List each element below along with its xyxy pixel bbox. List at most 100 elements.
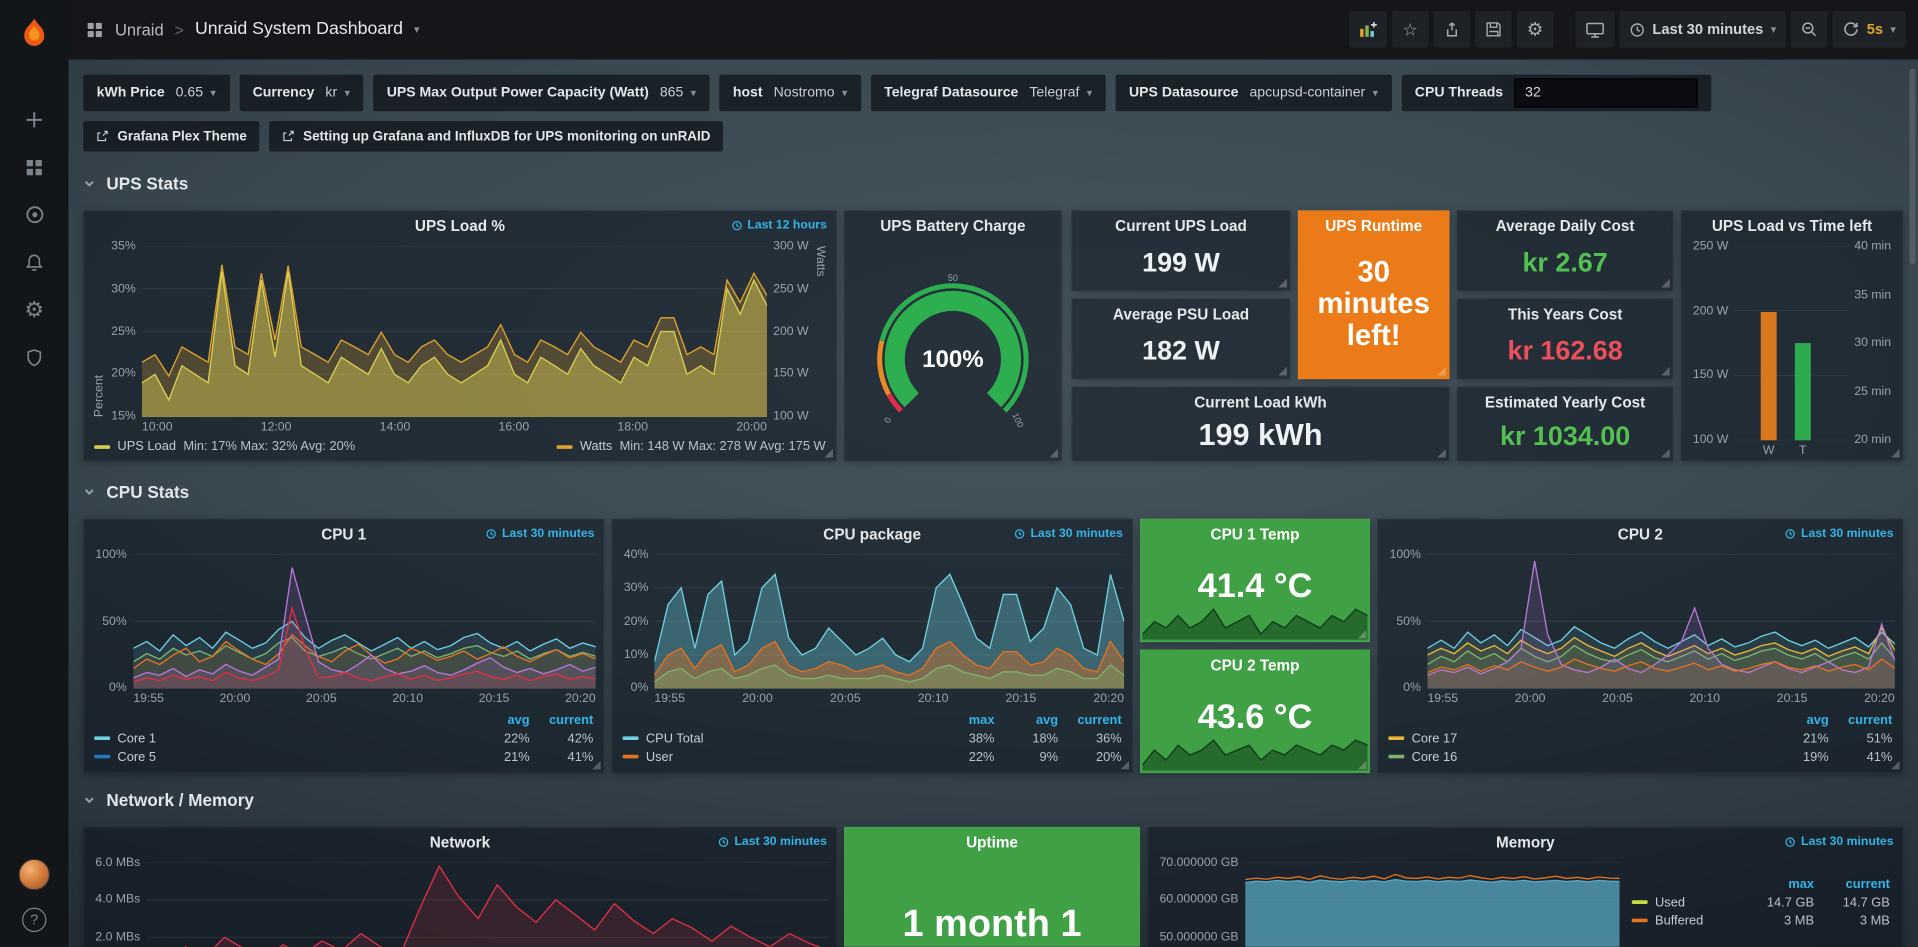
panel-cpu-1[interactable]: CPU 1 Last 30 minutes 100%50%0%19:5520:0… <box>83 519 604 773</box>
panel-ups-battery-charge[interactable]: UPS Battery Charge 050100100% <box>844 210 1062 461</box>
panel-title[interactable]: Average PSU Load <box>1113 306 1249 323</box>
legend-color-swatch[interactable] <box>1388 736 1404 740</box>
link-ups-monitoring-guide[interactable]: Setting up Grafana and InfluxDB for UPS … <box>269 121 723 152</box>
add-panel-button[interactable] <box>1349 11 1387 48</box>
chart-area[interactable]: 100%50%0% <box>1386 549 1895 688</box>
breadcrumb-app[interactable]: Unraid <box>115 20 164 38</box>
panel-title[interactable]: CPU 1 <box>321 526 366 543</box>
cpu1-chart[interactable]: 100%50%0%19:5520:0020:0520:1020:1520:20 <box>84 549 603 708</box>
panel-current-ups-load[interactable]: Current UPS Load 199 W <box>1072 210 1291 291</box>
share-button[interactable] <box>1433 11 1470 48</box>
legend-column-header[interactable]: current <box>530 713 594 728</box>
apps-grid-icon[interactable] <box>86 20 104 38</box>
chart-area[interactable]: 40%30%20%10%0% <box>620 549 1124 688</box>
panel-title[interactable]: This Years Cost <box>1508 306 1622 323</box>
legend-item[interactable]: Core 1721%51% <box>1388 729 1892 747</box>
cpu2-chart[interactable]: 100%50%0%19:5520:0020:0520:1020:1520:20 <box>1379 549 1903 708</box>
legend-item[interactable]: Used14.7 GB14.7 GB <box>1632 893 1890 911</box>
panel-title[interactable]: Memory <box>1496 834 1555 851</box>
legend-item[interactable]: WattsMin: 148 W Max: 278 W Avg: 175 W <box>557 439 826 454</box>
sidebar-item-explore[interactable] <box>0 191 68 239</box>
time-override-badge[interactable]: Last 12 hours <box>731 219 826 232</box>
legend-color-swatch[interactable] <box>623 736 639 740</box>
panel-title[interactable]: UPS Battery Charge <box>880 218 1025 235</box>
chart-area[interactable]: 6.0 MBs4.0 MBs2.0 MBs0 MBs <box>92 857 828 946</box>
help-button[interactable]: ? <box>22 908 46 932</box>
panel-memory[interactable]: Memory Last 30 minutes 70.000000 GB60.00… <box>1147 827 1903 947</box>
panel-cpu-2[interactable]: CPU 2 Last 30 minutes 100%50%0%19:5520:0… <box>1377 519 1903 773</box>
legend-column-header[interactable]: current <box>1829 713 1893 728</box>
row-header-cpu-stats[interactable]: CPU Stats <box>83 482 189 502</box>
sidebar-item-configuration[interactable]: ⚙ <box>0 286 68 334</box>
zoom-out-button[interactable] <box>1791 11 1828 48</box>
save-button[interactable] <box>1475 11 1512 48</box>
panel-network[interactable]: Network Last 30 minutes 6.0 MBs4.0 MBs2.… <box>83 827 836 947</box>
legend-column-header[interactable]: avg <box>994 713 1058 728</box>
cycle-view-button[interactable] <box>1575 11 1614 48</box>
legend-color-swatch[interactable] <box>1632 900 1648 904</box>
legend-color-swatch[interactable] <box>1632 919 1648 923</box>
link-grafana-plex-theme[interactable]: Grafana Plex Theme <box>83 121 259 152</box>
legend-color-swatch[interactable] <box>557 445 573 449</box>
chart-area[interactable]: 100%50%0% <box>92 549 596 688</box>
panel-title[interactable]: CPU 1 Temp <box>1211 526 1300 543</box>
legend-color-swatch[interactable] <box>94 736 110 740</box>
variable-value-dropdown[interactable]: 0.65▾ <box>176 86 216 101</box>
plot-area[interactable] <box>1245 862 1620 946</box>
legend-column-header[interactable]: max <box>1738 876 1814 891</box>
scrollbar-thumb[interactable] <box>1909 68 1915 264</box>
legend-item[interactable]: Core 1619%41% <box>1388 747 1892 765</box>
sidebar-item-create[interactable] <box>0 95 68 143</box>
panel-cpu-1-temp[interactable]: CPU 1 Temp 41.4 °C <box>1140 519 1370 643</box>
row-header-network-memory[interactable]: Network / Memory <box>83 790 254 810</box>
legend-item[interactable]: UPS LoadMin: 17% Max: 32% Avg: 20% <box>94 439 355 454</box>
panel-title[interactable]: Estimated Yearly Cost <box>1485 394 1645 411</box>
panel-title[interactable]: CPU 2 <box>1618 526 1663 543</box>
legend-column-header[interactable]: avg <box>466 713 530 728</box>
sidebar-item-dashboards[interactable] <box>0 143 68 191</box>
panel-title[interactable]: UPS Load vs Time left <box>1712 218 1872 235</box>
sidebar-item-server-admin[interactable] <box>0 334 68 382</box>
dashboard-settings-button[interactable]: ⚙ <box>1517 11 1554 48</box>
grafana-logo[interactable] <box>13 12 55 54</box>
panel-title[interactable]: Current UPS Load <box>1115 218 1247 235</box>
time-picker[interactable]: Last 30 minutes ▾ <box>1619 11 1786 48</box>
legend-column-header[interactable]: avg <box>1765 713 1829 728</box>
variable-value-dropdown[interactable]: 865▾ <box>660 86 696 101</box>
legend-item[interactable]: Core 122%42% <box>94 729 593 747</box>
network-chart[interactable]: 6.0 MBs4.0 MBs2.0 MBs0 MBs19:5520:0020:0… <box>84 857 835 946</box>
legend-color-swatch[interactable] <box>94 755 110 759</box>
panel-ups-runtime[interactable]: UPS Runtime 30 minutes left! <box>1298 210 1450 379</box>
memory-chart[interactable]: 70.000000 GB60.000000 GB50.000000 GB40.0… <box>1149 857 1627 946</box>
ups-bars-chart[interactable]: 250 W200 W150 W100 W40 min35 min30 min25… <box>1682 241 1902 460</box>
panel-title[interactable]: CPU package <box>823 526 921 543</box>
time-override-badge[interactable]: Last 30 minutes <box>1785 527 1893 540</box>
panel-estimated-yearly-cost[interactable]: Estimated Yearly Cost kr 1034.00 <box>1457 387 1674 462</box>
panel-cpu-2-temp[interactable]: CPU 2 Temp 43.6 °C <box>1140 650 1370 774</box>
legend-item[interactable]: Core 521%41% <box>94 747 593 765</box>
panel-current-load-kwh[interactable]: Current Load kWh 199 kWh <box>1072 387 1450 462</box>
plot-area[interactable] <box>1427 554 1895 689</box>
legend-column-header[interactable]: current <box>1814 876 1890 891</box>
panel-cpu-package[interactable]: CPU package Last 30 minutes 40%30%20%10%… <box>612 519 1133 773</box>
variable-value-dropdown[interactable]: kr▾ <box>325 86 350 101</box>
chart-area[interactable]: 250 W200 W150 W100 W40 min35 min30 min25… <box>1689 241 1894 440</box>
variable-value-dropdown[interactable]: Nostromo▾ <box>774 86 848 101</box>
plot-area[interactable] <box>146 862 828 946</box>
legend-color-swatch[interactable] <box>1388 755 1404 759</box>
legend-item[interactable]: User22%9%20% <box>623 747 1122 765</box>
time-override-badge[interactable]: Last 30 minutes <box>719 835 827 848</box>
sidebar-item-alerting[interactable] <box>0 239 68 287</box>
dashboard-title-caret-icon[interactable]: ▾ <box>414 23 420 36</box>
variable-value-dropdown[interactable]: Telegraf▾ <box>1029 86 1092 101</box>
panel-uptime[interactable]: Uptime 1 month 1 week <box>844 827 1140 947</box>
plot-area[interactable] <box>654 554 1124 689</box>
plot-area[interactable] <box>1734 246 1848 440</box>
legend-column-header[interactable]: max <box>931 713 995 728</box>
time-override-badge[interactable]: Last 30 minutes <box>486 527 594 540</box>
panel-average-daily-cost[interactable]: Average Daily Cost kr 2.67 <box>1457 210 1674 291</box>
panel-average-psu-load[interactable]: Average PSU Load 182 W <box>1072 298 1291 379</box>
plot-area[interactable] <box>133 554 596 689</box>
row-header-ups-stats[interactable]: UPS Stats <box>83 174 188 194</box>
dashboard-title[interactable]: Unraid System Dashboard <box>195 20 403 40</box>
